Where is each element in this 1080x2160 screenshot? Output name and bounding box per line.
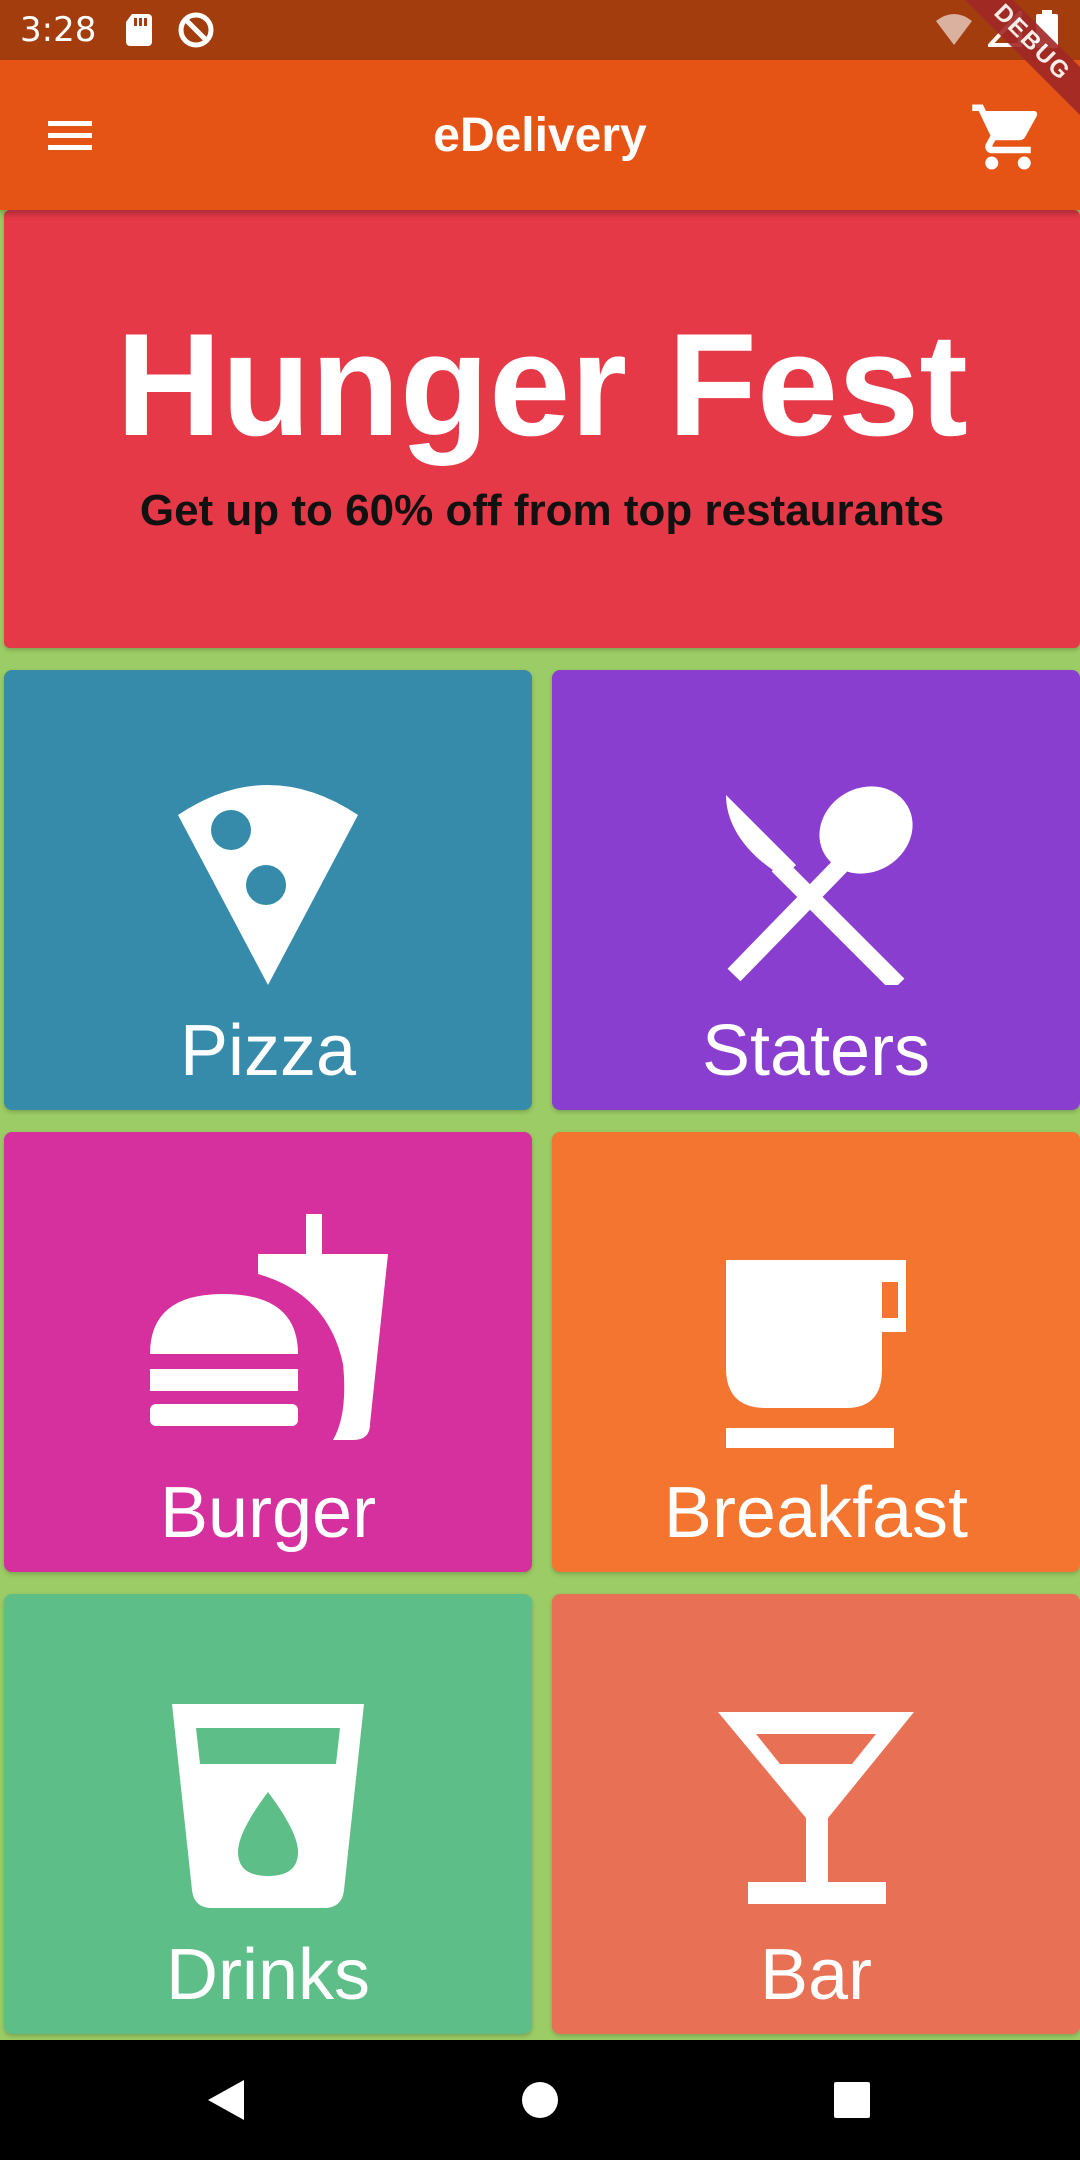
banner-subtitle: Get up to 60% off from top restaurants xyxy=(139,486,945,535)
status-bar: 3:28 xyxy=(0,0,1080,60)
system-nav-bar xyxy=(0,2040,1080,2160)
status-time: 3:28 xyxy=(20,10,97,50)
menu-icon xyxy=(48,121,92,150)
app-bar: eDelivery xyxy=(0,60,1080,210)
category-tile-drinks[interactable]: Drinks xyxy=(4,1594,532,2034)
home-button[interactable] xyxy=(480,2040,600,2160)
app-title: eDelivery xyxy=(433,108,647,162)
category-label: Drinks xyxy=(165,1935,370,2015)
category-label: Bar xyxy=(759,1935,873,2015)
pizza-icon xyxy=(178,785,358,985)
category-label: Pizza xyxy=(179,1011,357,1091)
category-tile-bar[interactable]: Bar xyxy=(552,1594,1080,2034)
recents-icon xyxy=(834,2082,870,2118)
cutlery-icon xyxy=(726,786,913,985)
category-label: Staters xyxy=(701,1011,931,1091)
category-tile-staters[interactable]: Staters xyxy=(552,670,1080,1110)
category-label: Breakfast xyxy=(663,1473,969,1553)
back-icon xyxy=(208,2080,244,2120)
category-label: Burger xyxy=(159,1473,377,1553)
cart-icon xyxy=(972,104,1038,170)
category-tile-pizza[interactable]: Pizza xyxy=(4,670,532,1110)
cart-button[interactable] xyxy=(960,92,1056,182)
menu-button[interactable] xyxy=(38,108,102,162)
category-tile-breakfast[interactable]: Breakfast xyxy=(552,1132,1080,1572)
home-icon xyxy=(522,2082,558,2118)
cocktail-icon xyxy=(718,1712,914,1904)
back-button[interactable] xyxy=(166,2040,286,2160)
sd-card-icon xyxy=(126,14,154,46)
coffee-cup-icon xyxy=(726,1260,906,1448)
promo-banner[interactable]: Hunger Fest Get up to 60% off from top r… xyxy=(4,210,1080,648)
wifi-off-icon xyxy=(934,11,974,52)
recents-button[interactable] xyxy=(792,2040,912,2160)
category-tile-burger[interactable]: Burger xyxy=(4,1132,532,1572)
drink-glass-icon xyxy=(172,1704,364,1908)
burger-drink-icon xyxy=(150,1214,388,1440)
sync-disabled-icon xyxy=(176,10,216,50)
banner-title: Hunger Fest xyxy=(116,303,968,466)
